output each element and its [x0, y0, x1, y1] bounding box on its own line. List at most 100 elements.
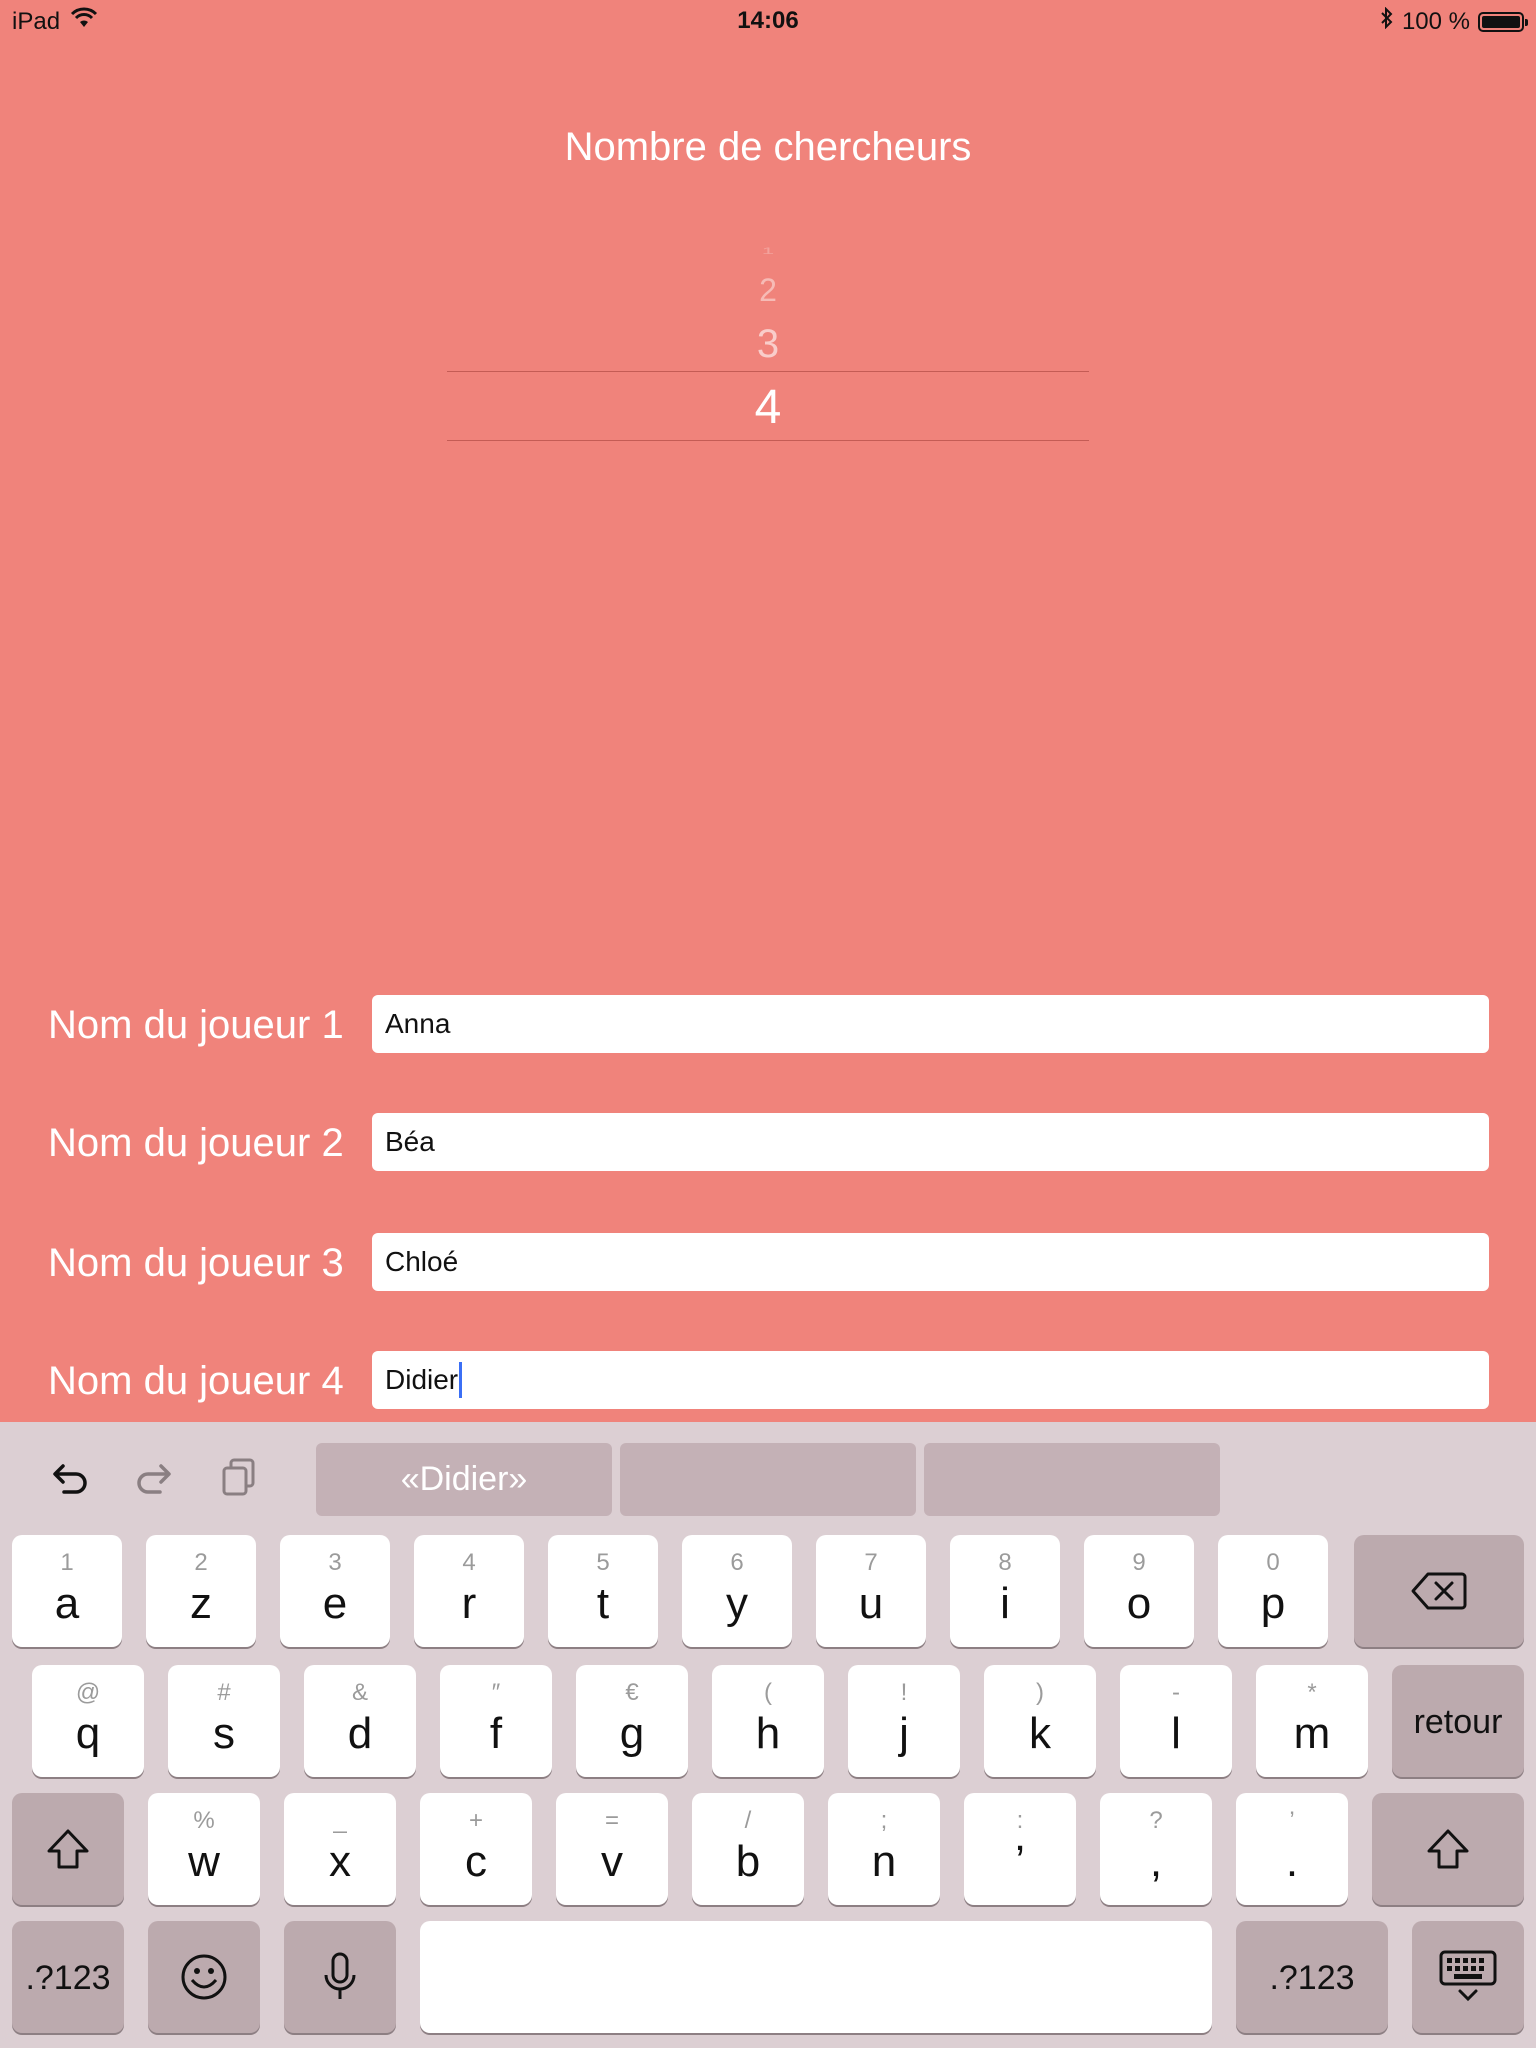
key-letter: r — [461, 1579, 477, 1628]
suggestion-1[interactable]: «Didier» — [316, 1443, 612, 1516]
key-letter: i — [1000, 1579, 1010, 1628]
key-hint: - — [1172, 1679, 1180, 1706]
key-row3-6[interactable]: :’ — [964, 1793, 1076, 1905]
player-3-name-field[interactable]: Chloé — [372, 1233, 1489, 1291]
emoji-key[interactable] — [148, 1921, 260, 2033]
key-hint: ’ — [1289, 1807, 1295, 1834]
key-letter: , — [1149, 1837, 1163, 1886]
key-letter: . — [1285, 1837, 1299, 1886]
key-hint: € — [625, 1679, 639, 1706]
redo-icon[interactable] — [134, 1454, 178, 1498]
key-hint: @ — [75, 1679, 101, 1706]
key-row2-4[interactable]: € g — [576, 1665, 688, 1777]
key-row1-0[interactable]: 1a — [12, 1535, 122, 1647]
player-1-name-field[interactable]: Anna — [372, 995, 1489, 1053]
key-row2-2[interactable]: & d — [304, 1665, 416, 1777]
backspace-key[interactable] — [1354, 1535, 1524, 1647]
key-hint: & — [351, 1679, 368, 1706]
numbers-key-left[interactable]: .?123 — [12, 1921, 124, 2033]
clock: 14:06 — [737, 7, 799, 34]
player-4-label: Nom du joueur 4 — [48, 1359, 344, 1403]
key-hint: ″ — [491, 1679, 501, 1706]
key-letter: o — [1126, 1579, 1152, 1628]
key-row3-3[interactable]: = v — [556, 1793, 668, 1905]
suggestion-3[interactable] — [924, 1443, 1220, 1516]
key-row3-8[interactable]: ’. — [1236, 1793, 1348, 1905]
key-row1-5[interactable]: 6y — [682, 1535, 792, 1647]
key-row2-7[interactable]: ) k — [984, 1665, 1096, 1777]
key-hint: ! — [900, 1679, 908, 1706]
key-row2-3[interactable]: ″ f — [440, 1665, 552, 1777]
key-letter: x — [329, 1837, 351, 1886]
key-hint: 2 — [194, 1549, 208, 1576]
picker-selected-option[interactable]: 4 — [447, 380, 1089, 435]
key-row1-8[interactable]: 9o — [1084, 1535, 1194, 1647]
key-hint: + — [468, 1807, 483, 1834]
on-screen-keyboard: «Didier» 1a2z3e4r5t6y7u8i9o0p @ q # s & d ″ f € g… — [0, 1422, 1536, 2048]
player-row-2: Nom du joueur 2 Béa — [0, 1113, 1536, 1171]
picker-option-3[interactable]: 3 — [447, 322, 1089, 367]
key-row2-5[interactable]: (h — [712, 1665, 824, 1777]
key-hint: 6 — [730, 1549, 744, 1576]
key-hint: ( — [764, 1679, 772, 1706]
key-row2-9[interactable]: * m — [1256, 1665, 1368, 1777]
key-hint: 0 — [1266, 1549, 1280, 1576]
key-row1-9[interactable]: 0p — [1218, 1535, 1328, 1647]
key-hint: ? — [1149, 1807, 1163, 1834]
key-row2-6[interactable]: ! j — [848, 1665, 960, 1777]
key-letter: s — [213, 1709, 235, 1758]
key-row1-1[interactable]: 2z — [146, 1535, 256, 1647]
key-row3-0[interactable]: % w — [148, 1793, 260, 1905]
key-hint: _ — [333, 1807, 347, 1834]
picker-option-1[interactable]: 1 — [447, 246, 1089, 256]
player-4-name-field[interactable]: Didier — [372, 1351, 1489, 1409]
microphone-icon — [284, 1921, 396, 2033]
hide-keyboard-key[interactable] — [1412, 1921, 1524, 2033]
key-row2-8[interactable]: -l — [1120, 1665, 1232, 1777]
key-letter: k — [1029, 1709, 1051, 1758]
key-letter: g — [619, 1709, 645, 1758]
player-row-3: Nom du joueur 3 Chloé — [0, 1233, 1536, 1291]
key-row2-0[interactable]: @ q — [32, 1665, 144, 1777]
key-row1-2[interactable]: 3e — [280, 1535, 390, 1647]
key-letter: z — [190, 1579, 212, 1628]
key-letter: b — [735, 1837, 761, 1886]
key-letter: m — [1293, 1709, 1331, 1758]
key-row2-1[interactable]: # s — [168, 1665, 280, 1777]
key-row1-6[interactable]: 7u — [816, 1535, 926, 1647]
player-row-1: Nom du joueur 1 Anna — [0, 995, 1536, 1053]
dictation-key[interactable] — [284, 1921, 396, 2033]
picker-option-2[interactable]: 2 — [447, 272, 1089, 309]
return-key[interactable]: retour — [1392, 1665, 1524, 1777]
player-row-4: Nom du joueur 4 Didier — [0, 1351, 1536, 1409]
key-row3-1[interactable]: _ x — [284, 1793, 396, 1905]
key-letter: w — [188, 1837, 220, 1886]
player-2-label: Nom du joueur 2 — [48, 1121, 344, 1165]
key-row1-7[interactable]: 8i — [950, 1535, 1060, 1647]
key-row1-3[interactable]: 4r — [414, 1535, 524, 1647]
key-row3-7[interactable]: ?, — [1100, 1793, 1212, 1905]
key-row3-5[interactable]: ; n — [828, 1793, 940, 1905]
player-2-name-field[interactable]: Béa — [372, 1113, 1489, 1171]
paste-icon[interactable] — [218, 1454, 262, 1498]
key-row3-4[interactable]: / b — [692, 1793, 804, 1905]
page-title: Nombre de chercheurs — [564, 125, 972, 169]
shift-key-right[interactable] — [1372, 1793, 1524, 1905]
player-3-label: Nom du joueur 3 — [48, 1241, 344, 1285]
key-letter: j — [899, 1709, 909, 1758]
shift-key-left[interactable] — [12, 1793, 124, 1905]
numbers-key-right[interactable]: .?123 — [1236, 1921, 1388, 2033]
key-hint: 7 — [864, 1549, 878, 1576]
key-hint: 5 — [596, 1549, 610, 1576]
space-key[interactable] — [420, 1921, 1212, 2033]
key-letter: a — [54, 1579, 80, 1628]
battery-percent: 100 % — [1401, 7, 1470, 35]
key-letter: c — [465, 1837, 487, 1886]
key-hint: ; — [880, 1807, 888, 1834]
undo-icon[interactable] — [46, 1454, 90, 1498]
bluetooth-icon — [1380, 6, 1394, 36]
key-row3-2[interactable]: + c — [420, 1793, 532, 1905]
suggestion-2[interactable] — [620, 1443, 916, 1516]
seeker-count-picker[interactable]: 1 2 3 4 — [447, 230, 1089, 450]
key-row1-4[interactable]: 5t — [548, 1535, 658, 1647]
